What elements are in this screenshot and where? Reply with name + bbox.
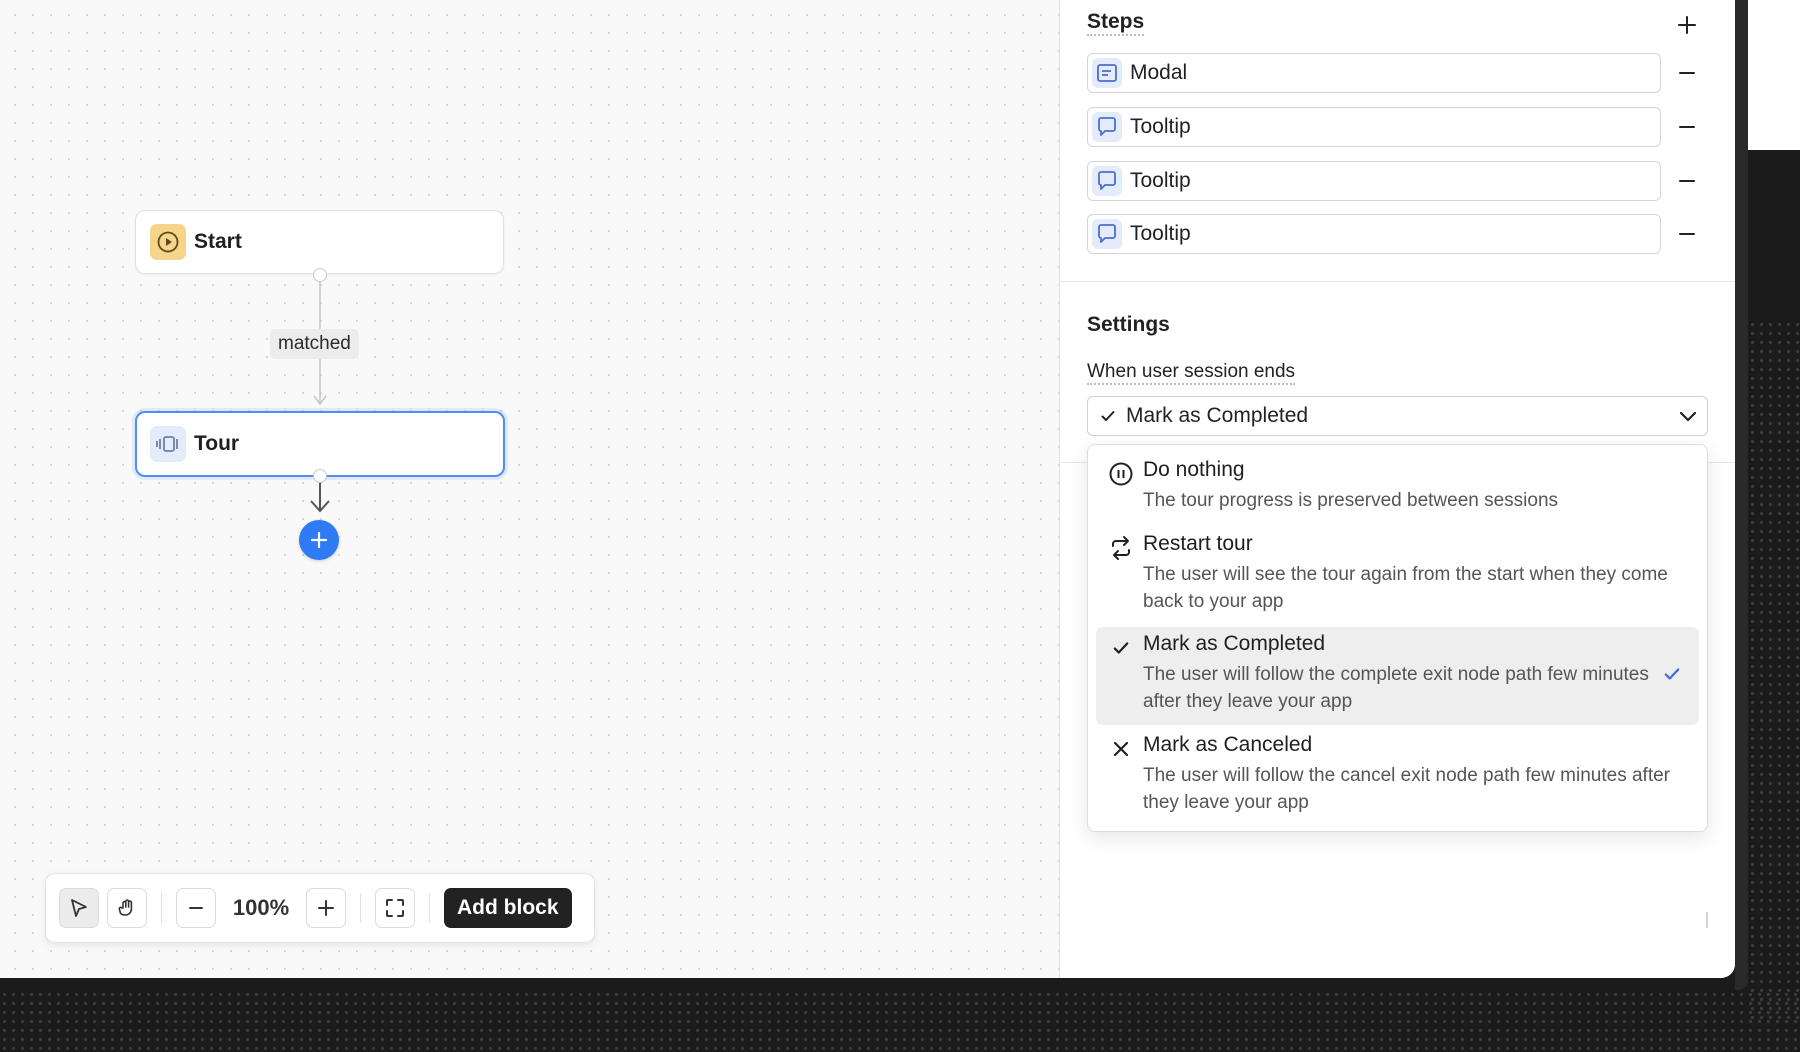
step-label: Tooltip bbox=[1130, 222, 1191, 245]
select-value: Mark as Completed bbox=[1126, 404, 1309, 427]
steps-title: Steps bbox=[1087, 10, 1145, 36]
zoom-out-button[interactable] bbox=[176, 888, 216, 928]
option-mark-as-canceled[interactable]: Mark as Canceled The user will follow th… bbox=[1096, 728, 1699, 824]
session-end-label: When user session ends bbox=[1087, 361, 1296, 385]
remove-step-button[interactable] bbox=[1671, 165, 1703, 197]
selected-check-icon bbox=[1663, 665, 1681, 688]
tour-node-output-port[interactable] bbox=[313, 469, 327, 483]
app-window: Start matched Tour 100% Add block Steps … bbox=[0, 0, 1735, 978]
step-row-tooltip[interactable]: Tooltip bbox=[1087, 214, 1661, 254]
step-label: Tooltip bbox=[1130, 115, 1191, 138]
option-title: Restart tour bbox=[1143, 532, 1253, 555]
step-label: Tooltip bbox=[1130, 169, 1191, 192]
x-icon bbox=[1108, 736, 1134, 762]
tour-carousel-icon bbox=[150, 426, 186, 462]
scroll-indicator[interactable] bbox=[1706, 912, 1708, 928]
remove-step-button[interactable] bbox=[1671, 111, 1703, 143]
pause-circle-icon bbox=[1108, 461, 1134, 487]
step-row-tooltip[interactable]: Tooltip bbox=[1087, 161, 1661, 201]
start-node-output-port[interactable] bbox=[313, 268, 327, 282]
step-row-tooltip[interactable]: Tooltip bbox=[1087, 107, 1661, 147]
session-end-select[interactable]: Mark as Completed bbox=[1087, 396, 1708, 436]
canvas-toolbar: 100% Add block bbox=[45, 873, 595, 943]
option-description: The user will see the tour again from th… bbox=[1143, 564, 1668, 612]
add-block-button[interactable]: Add block bbox=[444, 888, 572, 928]
dark-dotted-background-right bbox=[1748, 320, 1800, 1020]
fit-view-button[interactable] bbox=[375, 888, 415, 928]
settings-title: Settings bbox=[1087, 313, 1170, 336]
option-do-nothing[interactable]: Do nothing The tour progress is preserve… bbox=[1096, 453, 1699, 523]
restart-icon bbox=[1108, 535, 1134, 561]
modal-icon bbox=[1092, 58, 1122, 88]
step-label: Modal bbox=[1130, 61, 1188, 84]
tour-node-label: Tour bbox=[194, 432, 240, 455]
fit-view-icon bbox=[386, 899, 404, 917]
tour-node[interactable]: Tour bbox=[135, 411, 505, 477]
minus-icon bbox=[1679, 180, 1695, 182]
zoom-level: 100% bbox=[232, 895, 290, 920]
option-description: The user will follow the cancel exit nod… bbox=[1143, 765, 1670, 813]
zoom-in-button[interactable] bbox=[306, 888, 346, 928]
option-description: The user will follow the complete exit n… bbox=[1143, 664, 1649, 712]
background-page-edge bbox=[1748, 0, 1800, 150]
hand-tool-button[interactable] bbox=[107, 888, 147, 928]
toolbar-separator bbox=[360, 893, 361, 923]
minus-icon bbox=[1679, 126, 1695, 128]
option-title: Do nothing bbox=[1143, 458, 1245, 481]
play-circle-icon bbox=[150, 224, 186, 260]
window-edge bbox=[1735, 0, 1748, 990]
option-description: The tour progress is preserved between s… bbox=[1143, 490, 1559, 511]
remove-step-button[interactable] bbox=[1671, 57, 1703, 89]
toolbar-separator bbox=[161, 893, 162, 923]
hand-icon bbox=[118, 899, 133, 916]
dark-dotted-background-bottom bbox=[0, 990, 1800, 1052]
step-row-modal[interactable]: Modal bbox=[1087, 53, 1661, 93]
tooltip-icon bbox=[1092, 112, 1122, 142]
option-mark-as-completed[interactable]: Mark as Completed The user will follow t… bbox=[1096, 627, 1699, 725]
add-node-button[interactable] bbox=[299, 520, 339, 560]
check-icon bbox=[1101, 411, 1115, 421]
start-node-label: Start bbox=[194, 230, 242, 253]
pointer-icon bbox=[71, 899, 87, 917]
section-divider bbox=[1060, 281, 1735, 282]
tooltip-icon bbox=[1092, 219, 1122, 249]
option-title: Mark as Canceled bbox=[1143, 733, 1313, 756]
minus-icon bbox=[1679, 233, 1695, 235]
flow-canvas[interactable]: Start matched Tour 100% Add block bbox=[0, 0, 1059, 978]
add-step-button[interactable] bbox=[1671, 9, 1703, 41]
tooltip-icon bbox=[1092, 166, 1122, 196]
zoom-in-icon bbox=[318, 900, 334, 916]
flow-edges bbox=[310, 276, 330, 513]
option-restart-tour[interactable]: Restart tour The user will see the tour … bbox=[1096, 527, 1699, 623]
pointer-tool-button[interactable] bbox=[59, 888, 99, 928]
option-title: Mark as Completed bbox=[1143, 632, 1326, 655]
start-node[interactable]: Start bbox=[135, 210, 504, 274]
edge-label-matched[interactable]: matched bbox=[270, 329, 359, 359]
toolbar-separator bbox=[429, 893, 430, 923]
plus-icon bbox=[310, 531, 328, 549]
chevron-down-icon bbox=[1679, 411, 1697, 422]
check-icon bbox=[1108, 635, 1134, 661]
plus-icon bbox=[1678, 16, 1696, 34]
session-end-dropdown: Do nothing The tour progress is preserve… bbox=[1087, 444, 1708, 832]
remove-step-button[interactable] bbox=[1671, 218, 1703, 250]
zoom-out-icon bbox=[189, 907, 203, 909]
minus-icon bbox=[1679, 72, 1695, 74]
